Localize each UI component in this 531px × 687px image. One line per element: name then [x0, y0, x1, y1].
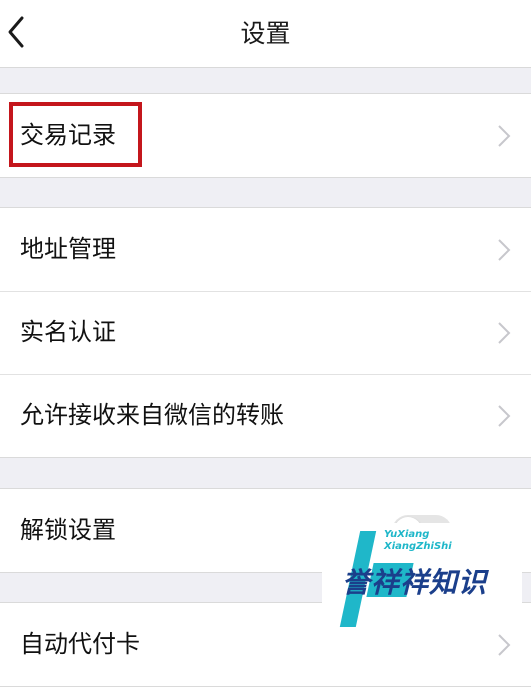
chevron-right-icon	[498, 239, 511, 261]
chevron-right-icon	[498, 405, 511, 427]
page-title: 设置	[240, 19, 291, 48]
menu-item-label: 解锁设置	[20, 516, 116, 544]
menu-item-real-name-verification[interactable]: 实名认证	[0, 291, 531, 374]
nav-bar: 设置	[0, 0, 531, 68]
chevron-right-icon	[498, 322, 511, 344]
menu-item-wechat-transfer[interactable]: 允许接收来自微信的转账	[0, 374, 531, 457]
settings-group-records: 交易记录	[0, 93, 531, 178]
chevron-right-icon	[498, 634, 511, 656]
menu-item-label: 地址管理	[20, 235, 116, 263]
menu-item-label: 允许接收来自微信的转账	[20, 401, 284, 429]
settings-group-account: 地址管理 实名认证 允许接收来自微信的转账	[0, 207, 531, 458]
highlight-box	[9, 102, 142, 167]
watermark-latin-text: YuXiang XiangZhiShi	[384, 529, 452, 552]
menu-item-transaction-records[interactable]: 交易记录	[0, 94, 531, 177]
watermark-cn-text: 誉祥祥知识	[342, 566, 488, 599]
menu-item-label: 实名认证	[20, 318, 116, 346]
menu-item-address-management[interactable]: 地址管理	[0, 208, 531, 291]
watermark-logo: YuXiang XiangZhiShi 誉祥祥知识	[322, 523, 522, 633]
chevron-right-icon	[498, 125, 511, 147]
